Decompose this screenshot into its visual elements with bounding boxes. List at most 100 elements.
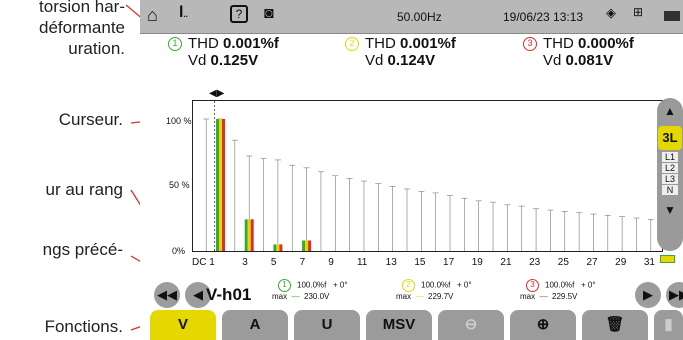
readout-max: 229.5V	[552, 292, 578, 301]
thd-label: THD	[543, 35, 574, 52]
tab-voltage[interactable]: V	[150, 310, 216, 340]
annotation-distortion: torsion har- déformante uration.	[39, 0, 125, 58]
annotation-previous: ngs précé-	[42, 240, 123, 259]
readout-dash: —	[539, 292, 548, 301]
readout-max-label: max	[520, 292, 536, 301]
x-tick: 13	[385, 257, 397, 268]
tab-current[interactable]: A	[222, 310, 288, 340]
zoom-out-button[interactable]: ⊖	[438, 310, 504, 340]
bar-series-1	[244, 219, 248, 251]
previous-ranks-button[interactable]: ◀◀	[154, 282, 180, 308]
date-time: 19/06/23 13:13	[503, 10, 584, 24]
bar-series-1	[302, 240, 306, 251]
help-icon[interactable]: ?	[230, 5, 248, 23]
zoom-out-icon: ⊖	[464, 316, 478, 333]
y-tick-0: 0%	[172, 246, 186, 256]
bar-mode-button[interactable]: ▮	[654, 310, 683, 340]
bar-series-3	[222, 119, 226, 251]
x-tick: 15	[414, 257, 426, 268]
readout-phase: + 0°	[581, 280, 596, 290]
annotation-functions: Fonctions.	[44, 317, 123, 336]
readout-dash: —	[291, 292, 300, 301]
phase-n-button[interactable]: N	[662, 185, 678, 195]
measure-channel-3: 3 THD 0.000%f Vd 0.081V	[523, 35, 634, 69]
readout-dash: —	[415, 292, 424, 301]
zoom-in-icon: ⊕	[536, 316, 550, 333]
zoom-in-button[interactable]: ⊕	[510, 310, 576, 340]
vd-label: Vd	[188, 52, 207, 69]
gps-icon: ◈	[606, 5, 616, 20]
x-tick: DC 1	[192, 257, 215, 268]
channel-2-icon: 2	[345, 37, 359, 52]
measure-channel-2: 2 THD 0.001%f Vd 0.124V	[345, 35, 456, 69]
x-tick: 11	[356, 257, 368, 268]
bar-series-2	[305, 240, 309, 251]
annotation-rank: ur au rang	[45, 180, 124, 199]
thd-value: 0.001%f	[400, 35, 456, 52]
status-bar: ⌂ l.. ? ◙ 50.00Hz 19/06/23 13:13 ◈ ⊞	[140, 0, 683, 34]
readout-channel-3: 3 100.0%f + 0° max — 229.5V	[520, 279, 646, 301]
channel-1-icon: 1	[168, 37, 182, 52]
tab-msv[interactable]: MSV	[366, 310, 432, 340]
readout-channel-2: 2 100.0%f + 0° max — 229.7V	[396, 279, 522, 301]
readout-3-icon: 3	[526, 279, 539, 292]
x-tick: 3	[242, 257, 248, 268]
network-icon: ⊞	[633, 5, 644, 19]
readout-percent: 100.0%f	[545, 280, 575, 290]
readout-phase: + 0°	[457, 280, 472, 290]
harmonics-mode-icon[interactable]: l..	[179, 4, 188, 22]
thd-value: 0.000%f	[578, 35, 634, 52]
bar-series-3	[308, 240, 312, 251]
readout-max-label: max	[272, 292, 288, 301]
harmonics-chart[interactable]	[192, 100, 663, 252]
bar-series-3	[250, 219, 254, 251]
tab-uvoltage[interactable]: U	[294, 310, 360, 340]
camera-icon[interactable]: ◙	[264, 5, 274, 23]
x-tick: 21	[500, 257, 512, 268]
annotation-cursor: Curseur.	[58, 110, 123, 129]
x-tick: 9	[328, 257, 334, 268]
vd-value: 0.125V	[210, 52, 259, 69]
measure-channel-1: 1 THD 0.001%f Vd 0.125V	[168, 35, 279, 69]
x-tick: 5	[270, 257, 277, 268]
x-tick: 23	[529, 257, 541, 268]
phase-l3-button[interactable]: L3	[662, 174, 678, 184]
phase-selector: ▲ 3L L1 L2 L3 N ▼	[657, 98, 683, 251]
selected-harmonic: V-h01	[206, 285, 252, 304]
readout-1-icon: 1	[278, 279, 291, 292]
thd-value: 0.001%f	[223, 35, 279, 52]
y-tick-100: 100 %	[166, 116, 192, 126]
phase-l1-button[interactable]: L1	[662, 152, 678, 162]
harmonics-bars	[203, 101, 654, 251]
x-tick: 29	[615, 257, 627, 268]
readout-max: 230.0V	[304, 292, 330, 301]
bar-series-3	[279, 244, 283, 251]
vd-label: Vd	[543, 52, 562, 69]
chart-more-icon	[660, 255, 675, 263]
readout-2-icon: 2	[402, 279, 415, 292]
x-tick: 27	[586, 257, 598, 268]
frequency-readout: 50.00Hz	[397, 10, 442, 24]
vd-label: Vd	[365, 52, 384, 69]
bar-series-2	[276, 244, 280, 251]
thd-label: THD	[188, 35, 219, 52]
scroll-down-button[interactable]: ▼	[657, 203, 683, 217]
x-tick: 31	[643, 257, 655, 268]
phase-l2-button[interactable]: L2	[662, 163, 678, 173]
next-rank-button[interactable]: ▶	[635, 282, 661, 308]
readout-phase: + 0°	[333, 280, 348, 290]
next-ranks-button[interactable]: ▶▶	[666, 282, 683, 308]
bar-series-1	[216, 119, 220, 251]
vd-value: 0.081V	[565, 52, 614, 69]
x-tick: 17	[443, 257, 455, 268]
x-tick: 25	[557, 257, 569, 268]
readout-max-label: max	[396, 292, 412, 301]
home-icon[interactable]: ⌂	[147, 5, 158, 26]
readout-channel-1: 1 100.0%f + 0° max — 230.0V	[272, 279, 398, 301]
cursor-arrows-icon[interactable]: ◀▶	[209, 88, 224, 99]
scroll-up-button[interactable]: ▲	[657, 104, 683, 118]
readout-percent: 100.0%f	[421, 280, 451, 290]
mode-3l-button[interactable]: 3L	[658, 126, 682, 150]
bar-series-2	[247, 219, 251, 251]
delete-button[interactable]: 🗑	[582, 310, 648, 340]
